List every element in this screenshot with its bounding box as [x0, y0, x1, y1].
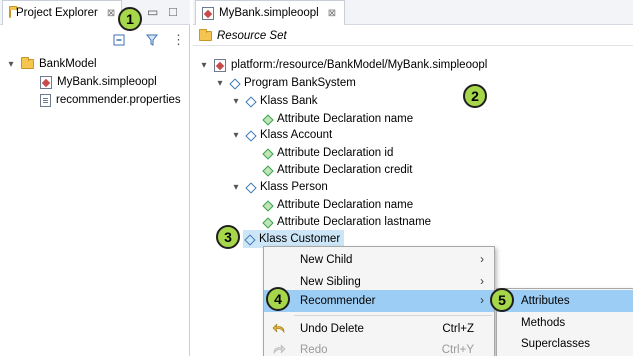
menu-item-undo[interactable]: Undo Delete Ctrl+Z: [264, 318, 494, 340]
callout-badge: 2: [463, 84, 487, 108]
project-explorer-tabbar: Project Explorer ⊠ ▭ □: [0, 0, 190, 25]
chevron-down-icon[interactable]: ▾: [215, 78, 225, 89]
project-explorer-pane: Project Explorer ⊠ ▭ □ ⋮ ▾ BankModel MyB…: [0, 0, 190, 356]
tree-item-class[interactable]: ▾ Klass Person: [231, 178, 328, 196]
program-label: Program BankSystem: [244, 77, 356, 89]
tree-item-attribute[interactable]: Attribute Declaration id: [263, 144, 393, 162]
maximize-icon[interactable]: □: [169, 4, 177, 19]
collapse-all-icon[interactable]: [113, 34, 125, 46]
tree-item-program[interactable]: ▾ Program BankSystem: [215, 74, 356, 92]
filter-icon[interactable]: [146, 34, 158, 46]
class-node-icon: [246, 97, 255, 106]
chevron-down-icon[interactable]: ▾: [199, 60, 209, 71]
model-file-icon: [40, 75, 52, 89]
redo-icon: [273, 344, 286, 355]
attribute-label: Attribute Declaration credit: [277, 164, 413, 176]
resource-set-icon: [199, 28, 212, 41]
close-icon[interactable]: ⊠: [328, 8, 336, 19]
view-menu-icon[interactable]: ⋮: [172, 32, 185, 48]
close-icon[interactable]: ⊠: [107, 8, 115, 19]
menu-item-new-child[interactable]: New Child ›: [264, 249, 494, 271]
attribute-label: Attribute Declaration name: [277, 113, 414, 125]
recommender-submenu: Attributes Methods Superclasses: [496, 288, 633, 356]
tab-mybank-editor[interactable]: MyBank.simpleoopl ⊠: [195, 0, 345, 25]
attribute-node-icon: [263, 115, 272, 124]
submenu-arrow-icon: ›: [480, 254, 484, 266]
callout-badge: 4: [266, 287, 290, 311]
resource-set-header: Resource Set: [193, 26, 633, 46]
chevron-down-icon[interactable]: ▾: [6, 59, 16, 70]
model-file-icon: [202, 6, 214, 20]
menu-item-recommender[interactable]: Recommender ›: [264, 290, 494, 312]
callout-badge: 1: [118, 7, 142, 31]
resource-uri: platform:/resource/BankModel/MyBank.simp…: [231, 59, 488, 71]
tree-item-attribute[interactable]: Attribute Declaration name: [263, 196, 413, 214]
class-node-icon: [246, 183, 255, 192]
submenu-arrow-icon: ›: [480, 276, 484, 288]
submenu-item-superclasses[interactable]: Superclasses: [497, 333, 633, 355]
file-name: MyBank.simpleoopl: [57, 76, 157, 88]
tree-item-class[interactable]: ▾ Klass Account: [231, 126, 332, 144]
menu-item-redo[interactable]: Redo Ctrl+Y: [264, 339, 494, 356]
project-folder-icon: [21, 57, 34, 69]
class-label: Klass Customer: [259, 233, 341, 245]
attribute-node-icon: [263, 201, 272, 210]
class-label: Klass Person: [260, 181, 328, 193]
project-name: BankModel: [39, 58, 97, 70]
chevron-down-icon[interactable]: ▾: [231, 96, 241, 107]
program-node-icon: [230, 79, 239, 88]
context-menu: New Child › New Sibling › Recommender › …: [263, 246, 495, 356]
tab-project-explorer[interactable]: Project Explorer ⊠: [2, 0, 122, 25]
submenu-item-methods[interactable]: Methods: [497, 312, 633, 334]
class-label: Klass Account: [260, 129, 333, 141]
tree-item-attribute[interactable]: Attribute Declaration lastname: [263, 213, 431, 231]
class-node-icon: [246, 131, 255, 140]
chevron-down-icon[interactable]: ▾: [231, 182, 241, 193]
undo-icon: [272, 323, 285, 334]
class-label: Klass Bank: [260, 95, 318, 107]
attribute-label: Attribute Declaration id: [277, 147, 394, 159]
tab-editor-label: MyBank.simpleoopl: [219, 7, 319, 19]
tab-project-explorer-label: Project Explorer: [16, 7, 98, 19]
tree-item-file[interactable]: MyBank.simpleoopl: [40, 73, 157, 91]
menu-separator: [294, 315, 492, 316]
attribute-node-icon: [263, 218, 272, 227]
tree-item-file[interactable]: recommender.properties: [40, 91, 181, 109]
callout-badge: 3: [216, 225, 240, 249]
submenu-arrow-icon: ›: [480, 295, 484, 307]
attribute-node-icon: [263, 166, 272, 175]
properties-file-icon: [40, 93, 51, 107]
class-node-icon: [245, 235, 254, 244]
editor-tabbar: MyBank.simpleoopl ⊠: [193, 0, 633, 25]
callout-badge: 5: [490, 288, 514, 312]
minimize-icon[interactable]: ▭: [147, 5, 158, 19]
project-explorer-icon: [9, 6, 17, 18]
attribute-label: Attribute Declaration lastname: [277, 216, 432, 228]
tree-item-class[interactable]: ▾ Klass Bank: [231, 92, 318, 110]
submenu-item-attributes[interactable]: Attributes: [497, 290, 633, 312]
model-file-icon: [214, 58, 226, 72]
tree-item-attribute[interactable]: Attribute Declaration credit: [263, 161, 413, 179]
attribute-node-icon: [263, 149, 272, 158]
file-name: recommender.properties: [56, 94, 181, 106]
attribute-label: Attribute Declaration name: [277, 199, 414, 211]
tree-item-resource[interactable]: ▾ platform:/resource/BankModel/MyBank.si…: [199, 56, 487, 74]
tree-item-project[interactable]: ▾ BankModel: [6, 55, 97, 73]
chevron-down-icon[interactable]: ▾: [231, 130, 241, 141]
resource-set-label: Resource Set: [217, 29, 287, 42]
